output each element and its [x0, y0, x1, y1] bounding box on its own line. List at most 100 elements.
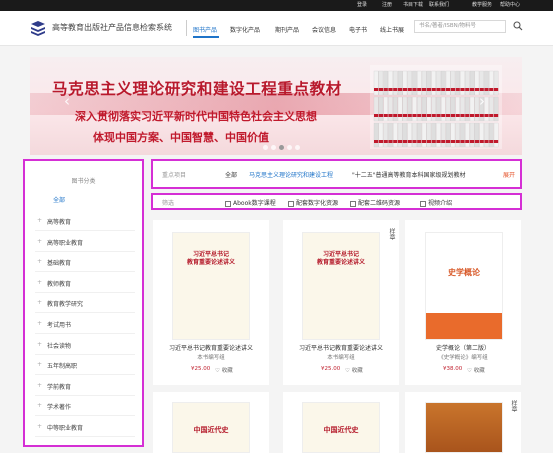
nav-journals[interactable]: 期刊产品 [275, 25, 299, 34]
project-filter-label: 重点项目 [162, 172, 187, 179]
expand-plus-icon[interactable]: + [37, 238, 42, 245]
sidebar-item[interactable]: 教师教育 [47, 279, 71, 288]
expand-plus-icon[interactable]: + [37, 361, 42, 368]
book-spine [484, 70, 489, 96]
sidebar-item[interactable]: 社会读物 [47, 341, 71, 350]
banner-dot[interactable] [287, 145, 292, 150]
book-spine [489, 96, 494, 122]
sidebar-item[interactable]: 学前教育 [47, 382, 71, 391]
filter-abook[interactable]: Abook数字课程 [225, 198, 276, 207]
book-card[interactable]: 史学概论 史学概论（第二版） 《史学概论》编写组 ¥38.00 ♡ 收藏 [405, 220, 521, 385]
banner-prev-arrow[interactable]: ‹ [64, 91, 70, 111]
book-card[interactable]: 习近平总书记 教育重要论述讲义 习近平总书记教育重要论述讲义 本书编写组 ¥25… [153, 220, 269, 385]
book-card[interactable]: 中国近代史 [283, 392, 399, 453]
book-cover[interactable]: 习近平总书记 教育重要论述讲义 [172, 232, 250, 340]
search-input[interactable]: 书名/著者/ISBN/物料号 [414, 20, 506, 33]
expand-plus-icon[interactable]: + [37, 299, 42, 306]
book-spine-band [455, 140, 460, 143]
banner-dot[interactable] [271, 145, 276, 150]
checkbox-icon[interactable] [420, 200, 426, 207]
publisher-logo[interactable] [30, 20, 46, 36]
sidebar-item[interactable]: 基础教育 [47, 258, 71, 267]
favorite-button[interactable]: ♡ 收藏 [215, 366, 233, 374]
banner-dot[interactable] [279, 145, 284, 150]
book-spine [450, 70, 456, 96]
sidebar-item[interactable]: 考试用书 [47, 320, 71, 329]
favorite-button[interactable]: ♡ 收藏 [345, 366, 363, 374]
book-title[interactable]: 史学概论（第二版） [405, 343, 521, 352]
expand-plus-icon[interactable]: + [37, 423, 42, 430]
nav-books[interactable]: 图书产品 [193, 25, 217, 34]
expand-plus-icon[interactable]: + [37, 320, 42, 327]
contact-link[interactable]: 联系我们 [429, 1, 449, 9]
filter-video[interactable]: 视频介绍 [420, 198, 452, 207]
expand-button[interactable]: 展开 [503, 170, 515, 179]
book-spine [393, 70, 398, 96]
book-cover[interactable]: 中国近代史 [172, 402, 250, 453]
book-spine [378, 70, 384, 96]
feature-filter-bar: 筛选 Abook数字课程 配套数字化资源 配套二维码资源 视频介绍 [151, 193, 522, 210]
checkbox-icon[interactable] [288, 200, 294, 207]
book-card[interactable]: 习近平总书记 教育重要论述讲义 样章 习近平总书记教育重要论述讲义 本书编写组 … [283, 220, 399, 385]
login-link[interactable]: 登录 [357, 1, 367, 9]
teaching-service-link[interactable]: 教学服务 [472, 1, 492, 9]
book-card[interactable]: 中国近代史 [153, 392, 269, 453]
banner-next-arrow[interactable]: › [479, 91, 485, 111]
sidebar-item[interactable]: 中等职业教育 [47, 423, 83, 432]
catalog-download-link[interactable]: 书目下载 [403, 1, 423, 9]
book-card[interactable]: 样章 [405, 392, 521, 453]
book-spine-band [426, 88, 431, 91]
sidebar-item[interactable]: 高等职业教育 [47, 238, 83, 247]
banner-pagination[interactable] [263, 135, 303, 154]
register-link[interactable]: 注册 [382, 1, 392, 9]
help-center-link[interactable]: 帮助中心 [500, 1, 520, 9]
nav-active-indicator [193, 36, 219, 38]
book-price: ¥38.00 [443, 366, 463, 372]
sidebar-item[interactable]: 五年制高职 [47, 361, 77, 370]
search-icon[interactable] [513, 21, 523, 31]
book-spine-band [393, 114, 398, 117]
book-title[interactable]: 习近平总书记教育重要论述讲义 [283, 343, 399, 352]
book-cover[interactable]: 中国近代史 [302, 402, 380, 453]
book-spine-band [422, 114, 427, 117]
nav-online-fair[interactable]: 线上书展 [380, 25, 404, 34]
book-spine-band [388, 140, 393, 143]
book-spine-band [479, 140, 484, 143]
expand-plus-icon[interactable]: + [37, 382, 42, 389]
filter-qr-resources[interactable]: 配套二维码资源 [350, 198, 400, 207]
banner-subtitle-2: 体现中国方案、中国智慧、中国价值 [93, 131, 269, 144]
expand-plus-icon[interactable]: + [37, 217, 42, 224]
banner-heading: 马克思主义理论研究和建设工程重点教材 [52, 79, 342, 98]
project-option-12th-five-year[interactable]: "十二五"普通高等教育本科国家级规划教材 [352, 170, 466, 179]
book-cover[interactable]: 史学概论 [425, 232, 503, 340]
sidebar-item[interactable]: 教育教学研究 [47, 299, 83, 308]
project-option-all[interactable]: 全部 [225, 170, 237, 179]
nav-ebooks[interactable]: 电子书 [349, 25, 367, 34]
sidebar-item-all[interactable]: 全部 [53, 195, 65, 204]
sample-badge[interactable]: 样章 [387, 228, 396, 240]
expand-plus-icon[interactable]: + [37, 279, 42, 286]
nav-conferences[interactable]: 会议信息 [312, 25, 336, 34]
book-cover[interactable]: 习近平总书记 教育重要论述讲义 [302, 232, 380, 340]
book-spine [412, 70, 417, 96]
expand-plus-icon[interactable]: + [37, 402, 42, 409]
expand-plus-icon[interactable]: + [37, 258, 42, 265]
project-option-marxism[interactable]: 马克思主义理论研究和建设工程 [249, 170, 333, 179]
checkbox-icon[interactable] [225, 200, 231, 207]
sidebar-item[interactable]: 学术著作 [47, 402, 71, 411]
checkbox-icon[interactable] [350, 200, 356, 207]
sample-badge[interactable]: 样章 [509, 400, 518, 412]
expand-plus-icon[interactable]: + [37, 341, 42, 348]
book-spine-band [431, 114, 436, 117]
banner-dot[interactable] [295, 145, 300, 150]
book-spine [412, 96, 417, 122]
favorite-button[interactable]: ♡ 收藏 [467, 366, 485, 374]
book-title[interactable]: 习近平总书记教育重要论述讲义 [153, 343, 269, 352]
heart-icon: ♡ [345, 368, 350, 374]
book-cover[interactable] [425, 402, 503, 453]
banner-dot[interactable] [263, 145, 268, 150]
nav-digital[interactable]: 数字化产品 [230, 25, 260, 34]
sidebar-item[interactable]: 高等教育 [47, 217, 71, 226]
sidebar-divider [35, 415, 135, 417]
filter-digital-resources[interactable]: 配套数字化资源 [288, 198, 338, 207]
